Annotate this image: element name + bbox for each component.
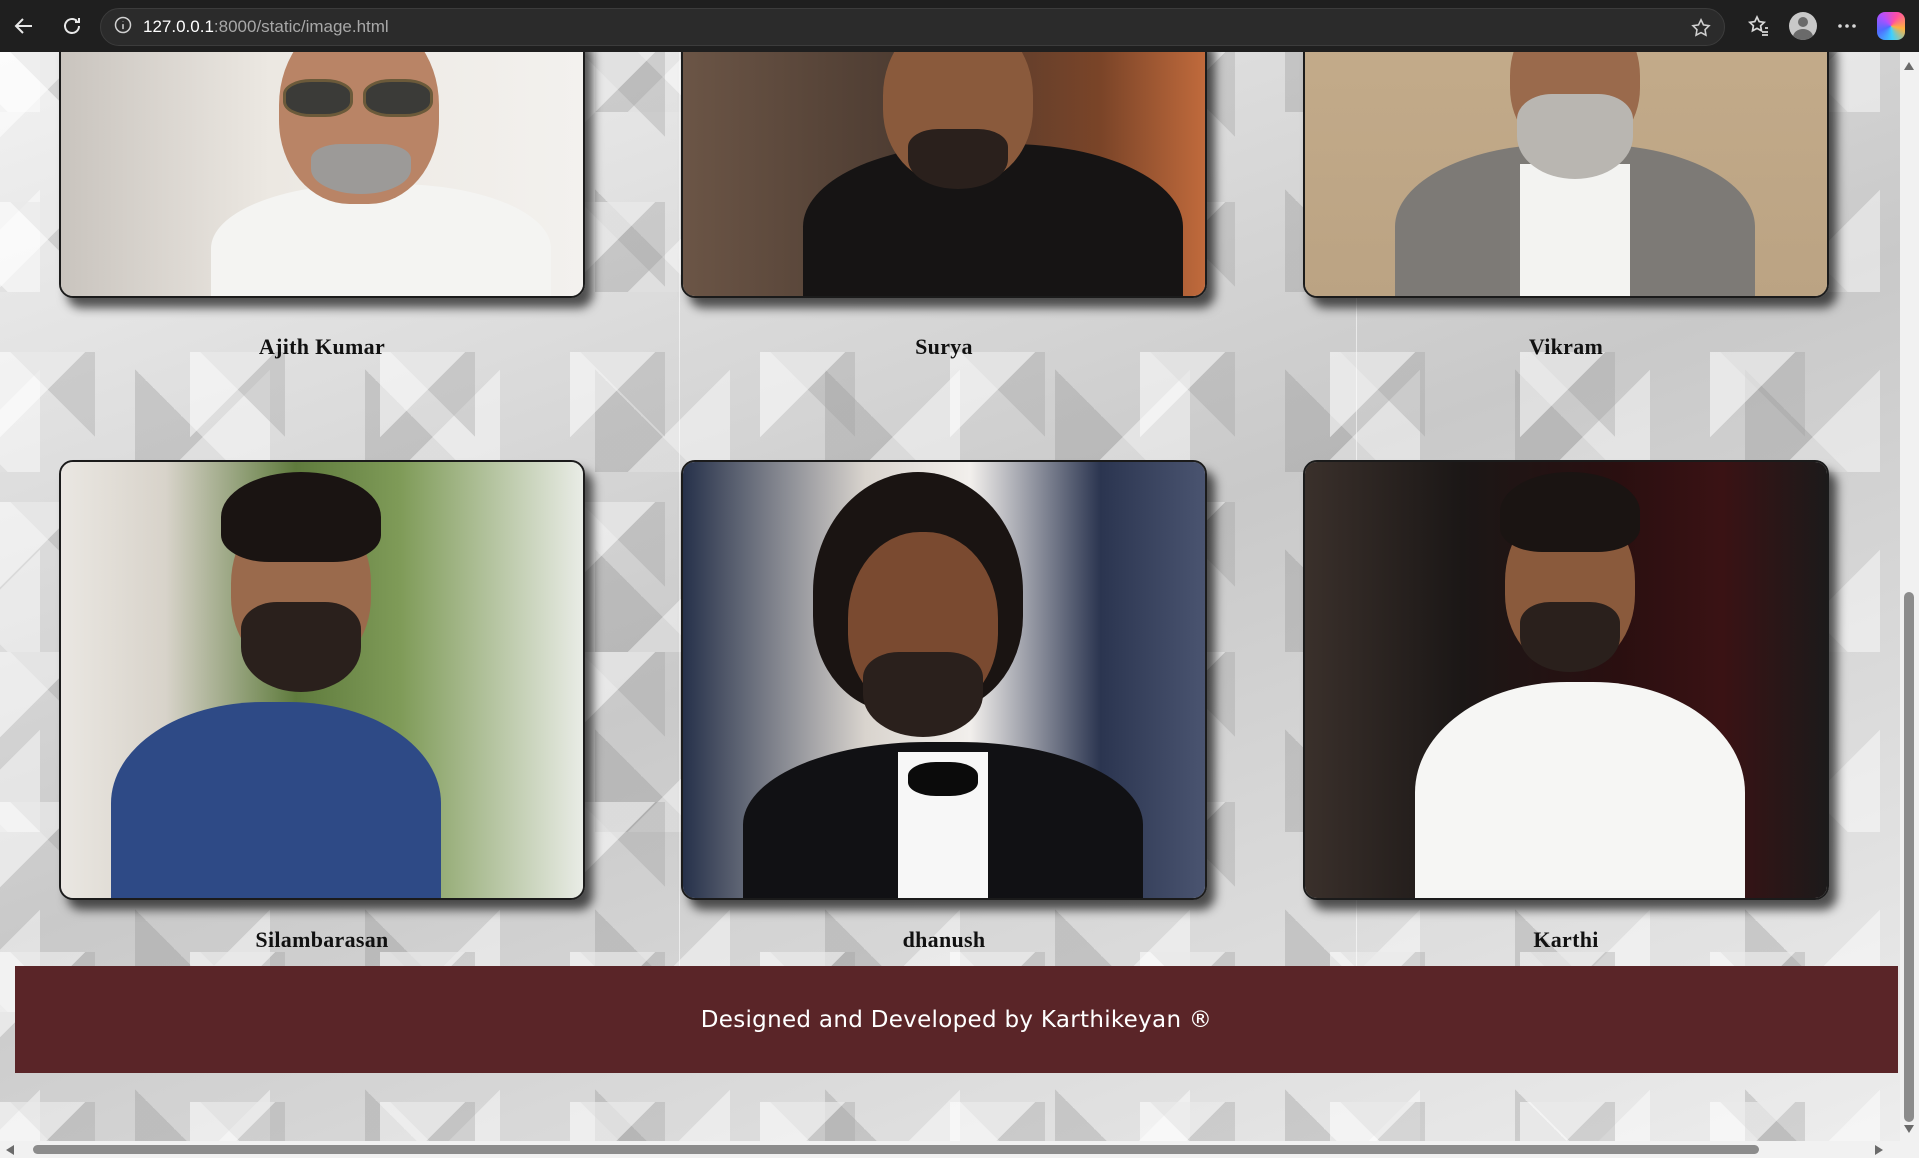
scroll-right-arrow-icon[interactable] bbox=[1875, 1145, 1883, 1155]
photo-silambarasan bbox=[59, 460, 585, 900]
more-menu-icon bbox=[1838, 24, 1856, 28]
back-button[interactable] bbox=[6, 8, 42, 44]
profile-icon bbox=[1789, 12, 1817, 40]
toolbar-actions bbox=[1737, 0, 1919, 52]
photo-vikram bbox=[1303, 52, 1829, 298]
site-info-icon[interactable] bbox=[113, 15, 133, 40]
vertical-scrollbar[interactable] bbox=[1900, 52, 1919, 1141]
copilot-icon bbox=[1877, 12, 1905, 40]
name-surya: Surya bbox=[915, 334, 973, 359]
horizontal-scrollbar[interactable] bbox=[0, 1141, 1919, 1158]
reload-button[interactable] bbox=[54, 8, 90, 44]
photo-dhanush bbox=[681, 460, 1207, 900]
back-arrow-icon bbox=[14, 18, 32, 34]
site-footer: Designed and Developed by Karthikeyan ® bbox=[15, 966, 1898, 1073]
address-bar[interactable]: 127.0.0.1:8000/static/image.html bbox=[100, 8, 1725, 46]
column-divider bbox=[679, 52, 680, 1017]
vertical-scroll-thumb[interactable] bbox=[1904, 592, 1914, 1122]
url-host: 127.0.0.1 bbox=[143, 17, 214, 36]
scroll-down-arrow-icon[interactable] bbox=[1904, 1125, 1914, 1133]
more-menu-button[interactable] bbox=[1825, 4, 1869, 48]
profile-button[interactable] bbox=[1781, 4, 1825, 48]
name-dhanush: dhanush bbox=[902, 927, 986, 952]
photo-surya bbox=[681, 52, 1207, 298]
name-vikram: Vikram bbox=[1528, 334, 1604, 359]
reload-icon bbox=[64, 18, 80, 34]
name-silambarasan: Silambarasan bbox=[255, 927, 389, 952]
favorites-button[interactable] bbox=[1737, 4, 1781, 48]
browser-toolbar: 127.0.0.1:8000/static/image.html bbox=[0, 0, 1919, 52]
horizontal-scroll-thumb[interactable] bbox=[33, 1145, 1759, 1154]
favorites-icon bbox=[1747, 15, 1768, 36]
copilot-button[interactable] bbox=[1869, 4, 1913, 48]
star-icon[interactable] bbox=[1690, 17, 1712, 44]
name-ajith-kumar: Ajith Kumar bbox=[258, 334, 386, 359]
scroll-left-arrow-icon[interactable] bbox=[6, 1145, 14, 1155]
scroll-up-arrow-icon[interactable] bbox=[1904, 62, 1914, 70]
photo-karthi bbox=[1303, 460, 1829, 900]
name-karthi: Karthi bbox=[1533, 927, 1599, 952]
photo-ajith-kumar bbox=[59, 52, 585, 298]
footer-credit: Designed and Developed by Karthikeyan ® bbox=[700, 1006, 1213, 1033]
url-path: :8000/static/image.html bbox=[213, 17, 389, 36]
url-text[interactable]: 127.0.0.1:8000/static/image.html bbox=[143, 17, 389, 37]
